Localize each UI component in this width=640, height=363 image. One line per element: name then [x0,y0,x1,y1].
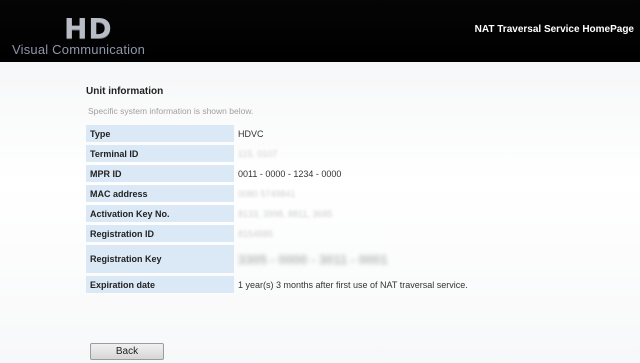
row-label: MPR ID [86,165,234,182]
row-label: Registration ID [86,225,234,242]
table-row: Type HDVC [86,125,494,142]
row-label: Expiration date [86,276,234,293]
row-label: Type [86,125,234,142]
row-value: 115. 0107 [238,148,278,159]
logo-text: HD [64,12,113,45]
table-row: MAC address 0080 5749841 [86,185,494,202]
row-label: MAC address [86,185,234,202]
row-value: 1 year(s) 3 months after first use of NA… [238,279,468,290]
homepage-link[interactable]: NAT Traversal Service HomePage [475,24,634,35]
table-row: Activation Key No. 8133, 3998, 8811, 368… [86,205,494,222]
row-label: Activation Key No. [86,205,234,222]
back-button[interactable]: Back [90,343,164,360]
row-value: 8133, 3998, 8811, 3685 [238,208,333,219]
row-value: HDVC [238,128,264,139]
unit-info-table: Type HDVC Terminal ID 115. 0107 MPR ID 0… [86,122,494,296]
table-row: Expiration date 1 year(s) 3 months after… [86,276,494,293]
row-label: Terminal ID [86,145,234,162]
table-row: Terminal ID 115. 0107 [86,145,494,162]
row-label: Registration Key [86,245,234,273]
logo-subtitle: Visual Communication [12,42,146,57]
page-title: Unit information [86,86,164,97]
row-value: 8154885 [238,228,274,239]
hd-logo: HD Visual Communication [8,6,168,60]
row-value: 0080 5749841 [238,188,296,199]
table-row: Registration ID 8154885 [86,225,494,242]
row-value: 0011 - 0000 - 1234 - 0000 [238,168,342,179]
header-bar: HD Visual Communication NAT Traversal Se… [0,0,640,62]
unit-info-panel: Unit information Specific system informa… [86,86,506,296]
page-description: Specific system information is shown bel… [88,106,254,116]
table-row: MPR ID 0011 - 0000 - 1234 - 0000 [86,165,494,182]
table-row: Registration Key 3305 - 0000 - 3011 - 00… [86,245,494,273]
row-value: 3305 - 0000 - 3011 - 0001 [238,251,388,267]
